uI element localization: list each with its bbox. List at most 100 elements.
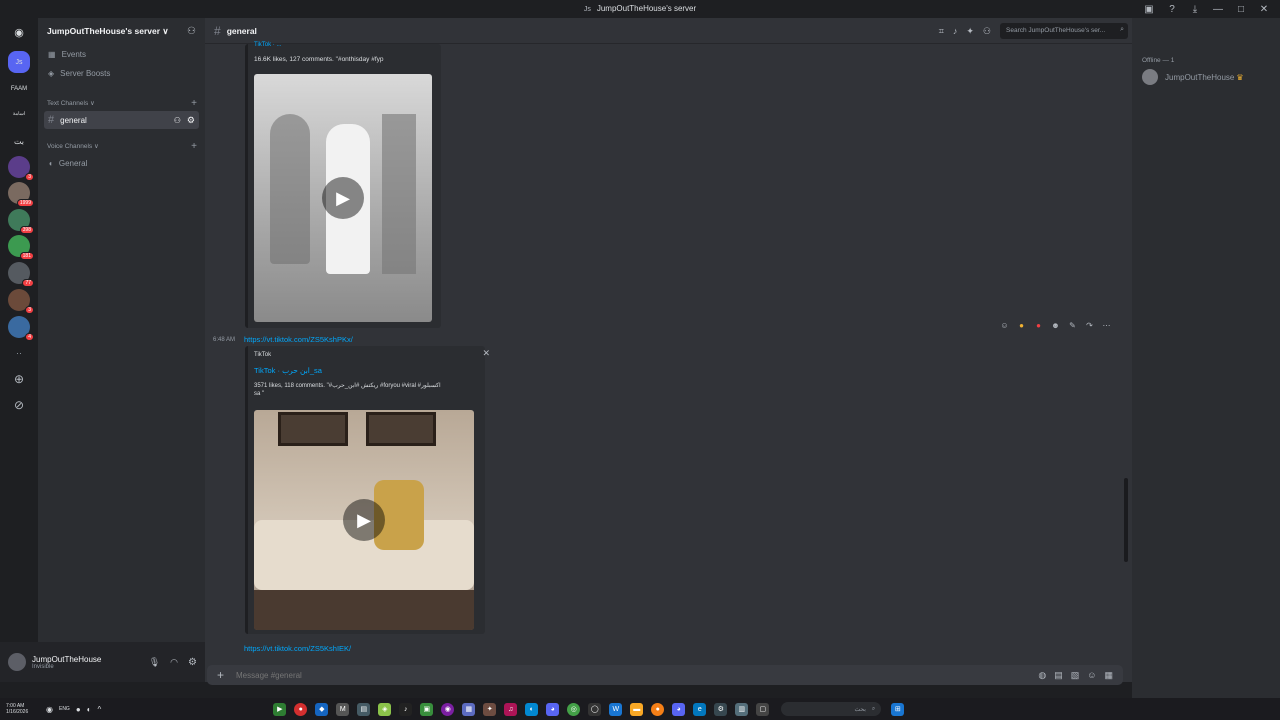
windows-start-icon[interactable]: ⊞ <box>891 702 905 716</box>
threads-icon[interactable]: ⌗ <box>939 26 944 37</box>
app-icon-music[interactable]: ♫ <box>504 702 518 716</box>
app-icon-record[interactable]: ● <box>294 702 308 716</box>
app-icon-steam[interactable]: ◐ <box>525 702 539 716</box>
maximize-button[interactable]: □ <box>1235 3 1247 15</box>
add-reaction-icon[interactable]: ☻ <box>1050 320 1061 331</box>
sticker-icon[interactable]: ▧ <box>1071 670 1080 681</box>
server-icon-avatar1[interactable]: 3 <box>8 156 34 181</box>
emoji-reaction-icon-2[interactable]: ● <box>1033 320 1044 331</box>
app-icon-gmail[interactable]: M <box>336 702 350 716</box>
app-icon-photos[interactable]: ▦ <box>462 702 476 716</box>
add-server-icon[interactable]: ⊕ <box>8 368 30 390</box>
member-item[interactable]: JumpOutTheHouse ♛ <box>1132 64 1280 90</box>
app-icon-discord-active[interactable]: ◕ <box>672 702 686 716</box>
server-icon-avatar4[interactable]: 181 <box>8 235 34 260</box>
app-icon-chrome[interactable]: ◎ <box>567 702 581 716</box>
app-icon-game[interactable]: ◈ <box>378 702 392 716</box>
emoji-reaction-icon[interactable]: ● <box>1016 320 1027 331</box>
emoji-icon[interactable]: ☺ <box>1087 670 1096 680</box>
gif-icon[interactable]: ▤ <box>1054 670 1063 681</box>
app-icon-word[interactable]: W <box>609 702 623 716</box>
discord-home-icon[interactable]: ◉ <box>8 21 30 43</box>
scrollbar-thumb[interactable] <box>1124 478 1128 562</box>
app-icon-files[interactable]: ▤ <box>357 702 371 716</box>
download-icon[interactable]: ⤓ <box>1189 3 1201 15</box>
server-icon-text[interactable]: اسامة <box>8 103 30 125</box>
server-header[interactable]: JumpOutTheHouse's server ∨ ⚇ <box>38 18 205 44</box>
app-icon-notes[interactable]: ▥ <box>735 702 749 716</box>
category-voice-channels[interactable]: Voice Channels ∨ + <box>38 139 205 153</box>
message-link-2[interactable]: https://vt.tiktok.com/ZS5KshIEK/ <box>244 644 351 653</box>
app-icon-circle[interactable]: ● <box>651 702 665 716</box>
sidebar-item-boosts[interactable]: ◈ Server Boosts <box>44 64 199 82</box>
embed-description: 3571 likes, 118 comments. "#ريكتش #ابن_ح… <box>254 383 441 389</box>
member-list-icon[interactable]: ⚇ <box>983 26 991 37</box>
gear-icon[interactable]: ⚙ <box>187 115 195 126</box>
language-indicator[interactable]: ENG <box>59 706 70 712</box>
sidebar-item-general[interactable]: # general ⚇ ⚙ <box>44 111 199 129</box>
help-icon[interactable]: ? <box>1166 3 1178 15</box>
avatar[interactable] <box>8 653 26 671</box>
app-icon-green[interactable]: ▶ <box>273 702 287 716</box>
pin-icon[interactable]: ✦ <box>966 26 974 37</box>
attach-icon[interactable]: + <box>217 668 224 682</box>
video-thumbnail[interactable]: ▶ <box>254 74 432 322</box>
app-icon-tools[interactable]: ✦ <box>483 702 497 716</box>
inbox-icon[interactable]: ▣ <box>1143 3 1155 15</box>
sidebar-item-events[interactable]: ▦ Events <box>44 45 199 63</box>
app-icon-discord[interactable]: ◕ <box>546 702 560 716</box>
message-input[interactable] <box>236 670 1031 680</box>
app-icon-explorer[interactable]: ▬ <box>630 702 644 716</box>
add-channel-icon[interactable]: + <box>191 98 197 109</box>
invite-icon[interactable]: ⚇ <box>187 26 196 37</box>
headphones-icon[interactable]: ◠ <box>170 657 178 668</box>
embed-author[interactable]: TikTok · ابن حرب_sa <box>254 366 322 375</box>
apps-icon[interactable]: ▦ <box>1104 670 1113 681</box>
chevron-up-icon[interactable]: ^ <box>98 705 102 714</box>
message-link[interactable]: https://vt.tiktok.com/ZS5KshPKx/ <box>244 335 353 344</box>
server-icon-avatar3[interactable]: 398 <box>8 209 34 234</box>
app-icon-store[interactable]: ◆ <box>315 702 329 716</box>
server-icon-avatar7[interactable]: 4 <box>8 316 34 341</box>
discover-icon[interactable]: ⊘ <box>8 394 30 416</box>
close-embed-icon[interactable]: ✕ <box>482 348 490 359</box>
play-icon[interactable]: ▶ <box>343 499 385 541</box>
add-voice-channel-icon[interactable]: + <box>191 141 197 152</box>
server-icon-avatar5[interactable]: 77 <box>8 262 34 287</box>
server-icon-avatar6[interactable]: 3 <box>8 289 34 314</box>
microphone-icon[interactable]: 🎙 <box>149 657 160 668</box>
server-name[interactable]: JumpOutTheHouse's server ∨ <box>47 26 169 37</box>
app-icon-chat[interactable]: ▣ <box>420 702 434 716</box>
more-options-icon[interactable]: ⋯ <box>1101 320 1112 331</box>
app-icon-misc[interactable]: ◯ <box>588 702 602 716</box>
add-member-icon[interactable]: ⚇ <box>174 116 181 125</box>
server-icon-active[interactable]: Js <box>8 51 30 73</box>
server-icon-faam[interactable]: FAAM <box>8 78 30 100</box>
task-view-icon[interactable]: ▢ <box>756 702 770 716</box>
forward-icon[interactable]: ↷ <box>1084 320 1095 331</box>
play-icon[interactable]: ▶ <box>322 177 364 219</box>
taskbar-search[interactable]: بحث ⌕ <box>781 702 882 716</box>
app-icon-copilot[interactable]: ◉ <box>441 702 455 716</box>
server-icon-avatar2[interactable]: 1999 <box>8 182 34 207</box>
volume-icon[interactable]: ◐ <box>87 705 92 714</box>
gift-icon[interactable]: ◍ <box>1038 670 1046 681</box>
mic-tray-icon[interactable]: ● <box>76 705 81 714</box>
app-icon-settings[interactable]: ⚙ <box>714 702 728 716</box>
video-thumbnail-2[interactable]: ▶ <box>254 410 474 630</box>
app-icon-tiktok[interactable]: ♪ <box>399 702 413 716</box>
wifi-icon[interactable]: ◉ <box>46 705 53 714</box>
minimize-button[interactable]: — <box>1212 3 1224 15</box>
react-icon[interactable]: ☺ <box>999 320 1010 331</box>
bell-icon[interactable]: ♪ <box>953 26 958 36</box>
close-window-button[interactable]: ✕ <box>1258 3 1270 15</box>
app-icon-edge[interactable]: e <box>693 702 707 716</box>
edit-icon[interactable]: ✎ <box>1067 320 1078 331</box>
settings-icon[interactable]: ⚙ <box>188 657 197 668</box>
sidebar-item-voice-general[interactable]: ◖ General <box>44 154 199 172</box>
search-input[interactable]: Search JumpOutTheHouse's ser... ⌕ <box>1000 23 1128 39</box>
server-icon-arabic[interactable]: بت <box>8 130 30 152</box>
category-text-channels[interactable]: Text Channels ∨ + <box>38 96 205 110</box>
more-icon[interactable]: ·· <box>8 342 30 364</box>
embed-author[interactable]: TikTok · ... <box>254 42 281 48</box>
